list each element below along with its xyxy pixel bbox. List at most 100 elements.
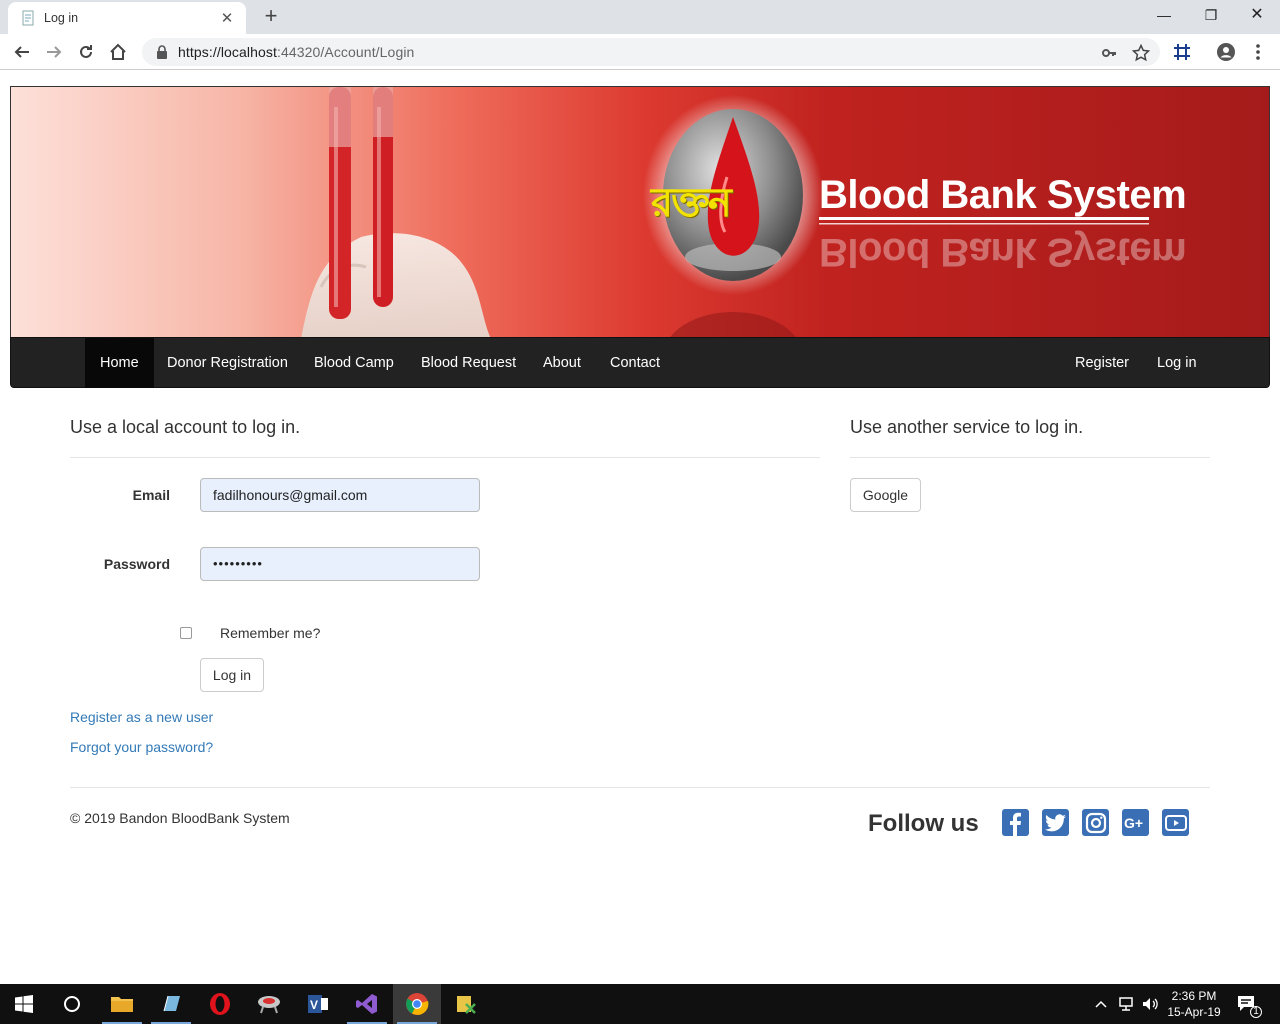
facebook-icon [1010, 812, 1021, 836]
page-icon [22, 10, 34, 26]
nav-contact[interactable]: Contact [595, 338, 675, 388]
taskbar-app-notes[interactable] [147, 984, 195, 1024]
google-plus-icon: G+ [1124, 815, 1143, 831]
browser-toolbar: https://localhost:44320/Account/Login [0, 34, 1280, 70]
nav-login[interactable]: Log in [1142, 338, 1212, 388]
windows-logo-icon [15, 995, 33, 1013]
youtube-link[interactable] [1162, 809, 1189, 836]
reload-icon [80, 45, 92, 58]
star-icon[interactable] [1132, 44, 1150, 62]
back-button[interactable] [10, 40, 34, 64]
forgot-password-link[interactable]: Forgot your password? [70, 739, 213, 755]
facebook-link[interactable] [1002, 809, 1029, 836]
account-icon [1217, 43, 1235, 61]
nav-donor-registration[interactable]: Donor Registration [152, 338, 303, 388]
start-button[interactable] [0, 984, 48, 1024]
notification-count: 1 [1250, 1006, 1262, 1018]
visio-icon: V [308, 995, 328, 1013]
taskbar-opera[interactable] [196, 984, 244, 1024]
chevron-up-icon[interactable] [1094, 997, 1108, 1011]
volume-icon[interactable] [1141, 996, 1159, 1012]
home-button[interactable] [106, 40, 130, 64]
banner-title-reflection: Blood Bank System [819, 229, 1186, 274]
url-text: https://localhost:44320/Account/Login [178, 44, 414, 60]
windows-taskbar: V 2:36 PM 15-Apr-19 1 [0, 984, 1280, 1024]
banner-title: Blood Bank System [819, 173, 1187, 217]
email-field[interactable]: fadilhonours@gmail.com [200, 478, 480, 512]
taskbar-clock[interactable]: 2:36 PM 15-Apr-19 [1164, 988, 1224, 1020]
twitter-link[interactable] [1042, 809, 1069, 836]
main-navbar: Home Donor Registration Blood Camp Blood… [10, 337, 1270, 388]
password-label: Password [103, 556, 170, 572]
menu-button[interactable] [1246, 40, 1270, 64]
youtube-icon [1164, 814, 1187, 831]
grid-extension-icon [1174, 44, 1190, 60]
extension-button[interactable] [1170, 40, 1194, 64]
arrow-left-icon [14, 46, 29, 58]
url-path: :44320/Account/Login [276, 44, 415, 60]
minimize-button[interactable]: — [1141, 0, 1187, 30]
clock-date: 15-Apr-19 [1167, 1005, 1221, 1019]
taskbar-visio[interactable]: V [294, 984, 342, 1024]
register-new-user-link[interactable]: Register as a new user [70, 709, 213, 725]
kebab-menu-icon [1256, 44, 1260, 60]
local-login-heading: Use a local account to log in. [70, 417, 301, 437]
remember-me-checkbox[interactable] [180, 627, 192, 639]
home-icon [110, 43, 126, 60]
svg-text:V: V [310, 998, 318, 1012]
key-icon[interactable] [1100, 44, 1118, 62]
tab-title: Log in [44, 11, 79, 25]
taskbar-file-explorer[interactable] [98, 984, 146, 1024]
follow-us-text: Follow us [868, 810, 979, 837]
local-login-divider [70, 457, 820, 458]
taskbar-chrome[interactable] [393, 984, 441, 1024]
taskbar-visual-studio[interactable] [343, 984, 391, 1024]
login-button[interactable]: Log in [200, 658, 264, 692]
svg-text:G+: G+ [1124, 815, 1143, 831]
nav-blood-request[interactable]: Blood Request [406, 338, 531, 388]
cortana-icon [64, 996, 80, 1012]
chrome-icon [406, 993, 429, 1015]
folder-icon [111, 997, 133, 1012]
password-field[interactable]: ••••••••• [200, 547, 480, 581]
action-center-button[interactable]: 1 [1236, 994, 1262, 1018]
network-icon[interactable] [1117, 996, 1135, 1012]
nav-register[interactable]: Register [1060, 338, 1144, 388]
banner-title-reflection-text: Blood Bank System [819, 230, 1187, 274]
twitter-icon [1045, 813, 1066, 831]
google-plus-link[interactable]: G+ [1122, 809, 1149, 836]
instagram-icon [1085, 812, 1106, 833]
header-banner: রক্তন Blood Bank System Blood Bank Syste… [10, 86, 1270, 338]
arrow-right-icon [47, 46, 62, 58]
forward-button[interactable] [42, 40, 66, 64]
taskbar-app-cloud[interactable] [245, 984, 293, 1024]
google-login-button[interactable]: Google [850, 478, 921, 512]
nav-blood-camp[interactable]: Blood Camp [299, 338, 409, 388]
restore-button[interactable]: ❐ [1188, 0, 1234, 30]
visual-studio-icon [356, 994, 377, 1014]
new-tab-button[interactable]: + [258, 4, 284, 30]
remember-me-label: Remember me? [220, 625, 321, 641]
lock-icon [157, 45, 167, 59]
cloud-app-icon [258, 996, 280, 1014]
url-host: https://localhost [178, 44, 277, 60]
tab-close-icon[interactable]: ✕ [218, 9, 236, 27]
address-bar[interactable]: https://localhost:44320/Account/Login [142, 38, 1160, 66]
instagram-link[interactable] [1082, 809, 1109, 836]
notes-app-icon [163, 995, 180, 1012]
reload-button[interactable] [74, 40, 98, 64]
browser-tab[interactable]: Log in ✕ [8, 2, 246, 34]
email-label: Email [132, 487, 170, 503]
search-button[interactable] [48, 984, 96, 1024]
profile-button[interactable] [1214, 40, 1238, 64]
close-window-button[interactable]: ✕ [1234, 0, 1280, 30]
external-login-divider [850, 457, 1210, 458]
external-login-heading: Use another service to log in. [850, 417, 1084, 437]
copyright-text: © 2019 Bandon BloodBank System [70, 810, 290, 826]
nav-home[interactable]: Home [85, 338, 154, 388]
tools-app-icon [457, 996, 476, 1014]
opera-icon [210, 993, 230, 1015]
nav-about[interactable]: About [528, 338, 596, 388]
taskbar-app-tools[interactable] [442, 984, 490, 1024]
clock-time: 2:36 PM [1171, 989, 1217, 1003]
